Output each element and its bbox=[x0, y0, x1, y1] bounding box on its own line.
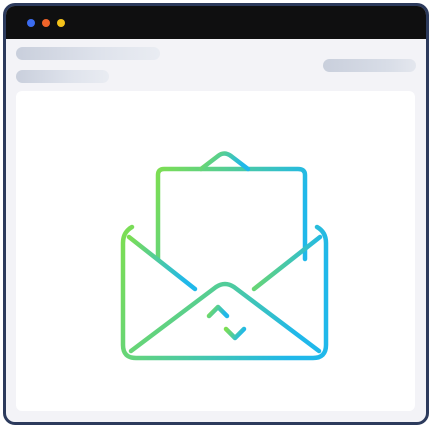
placeholder-bar bbox=[323, 59, 416, 72]
browser-window bbox=[3, 3, 429, 425]
window-dot-yellow[interactable] bbox=[57, 19, 65, 27]
window-dot-orange[interactable] bbox=[42, 19, 50, 27]
placeholder-bar bbox=[16, 47, 160, 60]
window-dot-blue[interactable] bbox=[27, 19, 35, 27]
title-bar bbox=[6, 6, 426, 39]
content-card bbox=[16, 91, 415, 411]
mail-exchange-icon bbox=[120, 151, 329, 361]
placeholder-bar bbox=[16, 70, 109, 83]
